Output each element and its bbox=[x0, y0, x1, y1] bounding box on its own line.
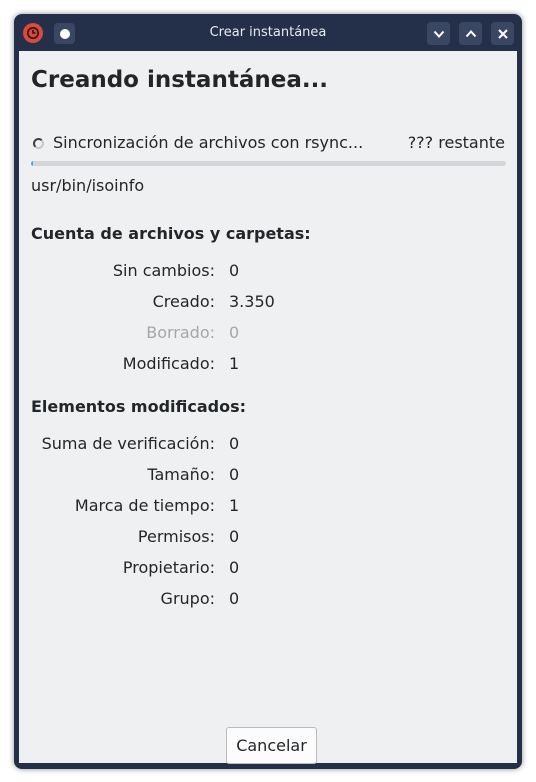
changed-label-timestamp: Marca de tiempo: bbox=[74, 496, 215, 515]
changed-label-permissions: Permisos: bbox=[137, 527, 215, 546]
count-label-created: Creado: bbox=[152, 292, 215, 311]
count-label-modified: Modificado: bbox=[122, 354, 215, 373]
chevron-up-icon[interactable] bbox=[459, 22, 482, 45]
count-value-modified: 1 bbox=[229, 354, 240, 373]
changed-value-permissions: 0 bbox=[229, 527, 240, 546]
changed-label-checksum: Suma de verificación: bbox=[41, 434, 215, 453]
cancel-button[interactable]: Cancelar bbox=[226, 727, 317, 764]
changed-value-group: 0 bbox=[229, 589, 240, 608]
status-text: Sincronización de archivos con rsync... bbox=[53, 133, 364, 152]
changed-value-checksum: 0 bbox=[229, 434, 240, 453]
titlebar[interactable]: Crear instantánea bbox=[14, 14, 522, 51]
count-label-unchanged: Sin cambios: bbox=[112, 261, 215, 280]
count-value-created: 3.350 bbox=[229, 292, 275, 311]
progress-bar bbox=[31, 161, 506, 166]
keep-on-top-icon[interactable] bbox=[54, 23, 75, 44]
section-title-counts: Cuenta de archivos y carpetas: bbox=[31, 224, 311, 243]
changed-value-timestamp: 1 bbox=[229, 496, 240, 515]
changed-label-owner: Propietario: bbox=[122, 558, 215, 577]
close-icon[interactable] bbox=[491, 22, 514, 45]
changed-label-size: Tamaño: bbox=[147, 465, 215, 484]
changed-value-owner: 0 bbox=[229, 558, 240, 577]
section-title-changed: Elementos modificados: bbox=[31, 397, 247, 416]
progress-fill bbox=[31, 161, 33, 166]
dialog-content: Creando instantánea... Sincronización de… bbox=[19, 51, 517, 764]
changed-label-group: Grupo: bbox=[160, 589, 215, 608]
changed-value-size: 0 bbox=[229, 465, 240, 484]
count-label-deleted: Borrado: bbox=[146, 323, 215, 342]
count-value-unchanged: 0 bbox=[229, 261, 240, 280]
dialog-window: Crear instantánea Creando instantánea...… bbox=[14, 14, 522, 769]
chevron-down-icon[interactable] bbox=[427, 22, 450, 45]
backintime-icon[interactable] bbox=[23, 23, 43, 43]
spinner-icon bbox=[33, 138, 44, 149]
page-title: Creando instantánea... bbox=[31, 67, 329, 93]
current-file: usr/bin/isoinfo bbox=[31, 176, 145, 195]
time-remaining: ??? restante bbox=[407, 133, 505, 152]
count-value-deleted: 0 bbox=[229, 323, 240, 342]
